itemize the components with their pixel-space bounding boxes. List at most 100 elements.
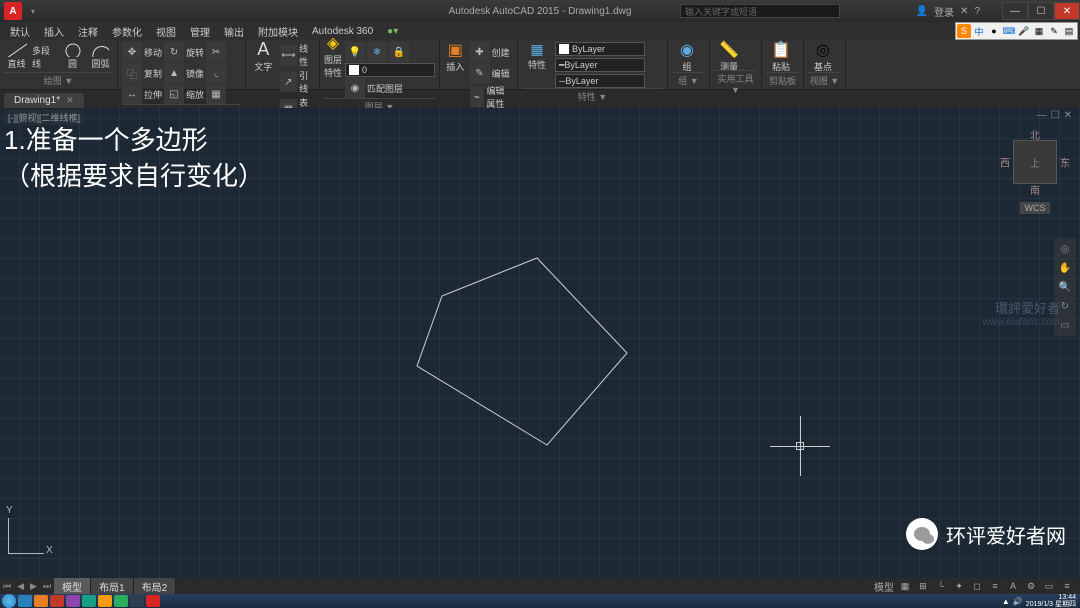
block-create-icon[interactable]: ✚ bbox=[470, 42, 490, 62]
fillet-icon[interactable]: ◟ bbox=[206, 63, 226, 83]
panel-title-basepoint[interactable]: 视图 ▼ bbox=[808, 72, 841, 87]
status-polar-icon[interactable]: ✦ bbox=[952, 579, 966, 593]
exchange-icon[interactable]: ✕ bbox=[960, 6, 968, 17]
close-button[interactable]: ✕ bbox=[1054, 2, 1080, 20]
vp-min-icon[interactable]: — bbox=[1037, 110, 1047, 121]
ime-lang-icon[interactable]: 中 bbox=[972, 24, 986, 38]
move-icon[interactable]: ✥ bbox=[122, 42, 142, 62]
arc-button[interactable]: 圆弧 bbox=[88, 42, 113, 70]
qat-dropdown-icon[interactable]: ▾ bbox=[26, 4, 40, 18]
task-icon-1[interactable] bbox=[18, 595, 32, 607]
status-snap-icon[interactable]: ⊞ bbox=[916, 579, 930, 593]
task-icon-7[interactable] bbox=[114, 595, 128, 607]
status-custom-icon[interactable]: ≡ bbox=[1060, 579, 1074, 593]
ime-mic-icon[interactable]: 🎤 bbox=[1017, 24, 1031, 38]
panel-title-groups[interactable]: 组 ▼ bbox=[672, 72, 705, 87]
polyline-button[interactable]: 多段线 bbox=[32, 42, 57, 70]
panel-title-utilities[interactable]: 实用工具 ▼ bbox=[714, 70, 757, 95]
tray-clock[interactable]: 13:44 2019/1/3 星期四 bbox=[1026, 594, 1076, 608]
drawing-canvas[interactable]: [-][俯视][二维线框] — ☐ ✕ 1.准备一个多边形 （根据要求自行变化）… bbox=[0, 108, 1080, 578]
color-bylayer-combo[interactable]: ByLayer bbox=[555, 42, 645, 56]
tab-annotate[interactable]: 注释 bbox=[72, 23, 104, 40]
status-lwt-icon[interactable]: ≡ bbox=[988, 579, 1002, 593]
layer-properties-button[interactable]: ◈图层特性 bbox=[324, 42, 342, 70]
linetype-bylayer-combo[interactable]: ━ ByLayer bbox=[555, 58, 645, 72]
stretch-icon[interactable]: ↔ bbox=[122, 84, 142, 104]
layer-0-combo[interactable]: 0 bbox=[345, 63, 435, 77]
panel-title-properties[interactable]: 特性 ▼ bbox=[522, 88, 663, 103]
task-icon-autocad[interactable] bbox=[146, 595, 160, 607]
help-search-input[interactable]: 输入关键字或短语 bbox=[680, 4, 840, 18]
start-button[interactable] bbox=[2, 594, 16, 608]
panel-title-clipboard[interactable]: 剪贴板 bbox=[766, 72, 799, 87]
tab-manage[interactable]: 管理 bbox=[184, 23, 216, 40]
layer-freeze-icon[interactable]: ❄ bbox=[367, 42, 387, 62]
viewcube-top[interactable]: 上 bbox=[1030, 155, 1040, 170]
text-button[interactable]: A文字 bbox=[250, 42, 277, 70]
status-clean-icon[interactable]: ▭ bbox=[1042, 579, 1056, 593]
mirror-icon[interactable]: ▲ bbox=[164, 63, 184, 83]
task-icon-6[interactable] bbox=[98, 595, 112, 607]
leader-icon[interactable]: ↗ bbox=[280, 72, 298, 92]
basepoint-button[interactable]: ◎基点 bbox=[808, 42, 838, 70]
tab-model[interactable]: 模型 bbox=[54, 578, 91, 595]
status-ortho-icon[interactable]: └ bbox=[934, 579, 948, 593]
layer-match-icon[interactable]: ◉ bbox=[345, 78, 365, 98]
help-icon[interactable]: ? bbox=[974, 6, 980, 17]
status-osnap-icon[interactable]: ◻ bbox=[970, 579, 984, 593]
login-area[interactable]: 👤 登录 ✕ ? bbox=[916, 4, 980, 19]
layout-nav-prev-icon[interactable]: ◀ bbox=[14, 581, 27, 592]
copy-icon[interactable]: ⿻ bbox=[122, 63, 142, 83]
line-button[interactable]: 直线 bbox=[4, 42, 29, 70]
tab-output[interactable]: 输出 bbox=[218, 23, 250, 40]
measure-button[interactable]: 📏测量 bbox=[714, 42, 744, 70]
viewcube-w[interactable]: 西 bbox=[1000, 155, 1010, 170]
nav-pan-icon[interactable]: ✋ bbox=[1057, 260, 1073, 276]
properties-button[interactable]: ▦特性 bbox=[522, 42, 552, 70]
layer-on-icon[interactable]: 💡 bbox=[345, 42, 365, 62]
task-icon-3[interactable] bbox=[50, 595, 64, 607]
paste-button[interactable]: 📋粘贴 bbox=[766, 42, 796, 70]
status-grid-icon[interactable]: ▦ bbox=[898, 579, 912, 593]
tab-insert[interactable]: 插入 bbox=[38, 23, 70, 40]
app-icon[interactable]: A bbox=[4, 2, 22, 20]
status-ann-icon[interactable]: A bbox=[1006, 579, 1020, 593]
maximize-button[interactable]: ☐ bbox=[1028, 2, 1054, 20]
viewcube[interactable]: 上 北 南 东 西 WCS bbox=[1000, 128, 1070, 218]
tab-parametric[interactable]: 参数化 bbox=[106, 23, 148, 40]
ime-keyboard-icon[interactable]: ⌨ bbox=[1002, 24, 1016, 38]
panel-title-draw[interactable]: 绘图 ▼ bbox=[4, 72, 113, 87]
dim-linear-icon[interactable]: ⟷ bbox=[280, 45, 298, 65]
insert-block-button[interactable]: ▣插入 bbox=[444, 42, 467, 70]
task-icon-8[interactable] bbox=[130, 595, 144, 607]
file-tab-close-icon[interactable]: ✕ bbox=[66, 95, 74, 106]
vp-max-icon[interactable]: ☐ bbox=[1051, 110, 1060, 121]
tab-extra-icon[interactable]: ●▾ bbox=[381, 25, 404, 38]
array-icon[interactable]: ▦ bbox=[206, 84, 226, 104]
ime-tool-icon[interactable]: ✎ bbox=[1047, 24, 1061, 38]
block-attr-icon[interactable]: ⌁ bbox=[470, 87, 485, 107]
tab-default[interactable]: 默认 bbox=[4, 23, 36, 40]
block-edit-icon[interactable]: ✎ bbox=[470, 63, 490, 83]
layer-lock-icon[interactable]: 🔒 bbox=[389, 42, 409, 62]
wcs-label[interactable]: WCS bbox=[1020, 202, 1050, 214]
circle-button[interactable]: 圆 bbox=[60, 42, 85, 70]
layout-nav-last-icon[interactable]: ⏭ bbox=[40, 581, 54, 592]
lineweight-bylayer-combo[interactable]: ─ ByLayer bbox=[555, 74, 645, 88]
ime-menu-icon[interactable]: ▤ bbox=[1062, 24, 1076, 38]
viewcube-s[interactable]: 南 bbox=[1030, 182, 1040, 197]
nav-wheel-icon[interactable]: ◎ bbox=[1057, 241, 1073, 257]
rotate-icon[interactable]: ↻ bbox=[164, 42, 184, 62]
task-icon-4[interactable] bbox=[66, 595, 80, 607]
scale-icon[interactable]: ◱ bbox=[164, 84, 184, 104]
trim-icon[interactable]: ✂ bbox=[206, 42, 226, 62]
tab-a360[interactable]: Autodesk 360 bbox=[306, 25, 379, 38]
tab-addins[interactable]: 附加模块 bbox=[252, 23, 304, 40]
tray-net-icon[interactable]: 🔊 bbox=[1013, 597, 1023, 606]
layout-nav-next-icon[interactable]: ▶ bbox=[27, 581, 40, 592]
task-icon-2[interactable] bbox=[34, 595, 48, 607]
tab-layout2[interactable]: 布局2 bbox=[134, 578, 177, 595]
viewcube-n[interactable]: 北 bbox=[1030, 127, 1040, 142]
ime-punct-icon[interactable]: ● bbox=[987, 24, 1001, 38]
vp-close-icon[interactable]: ✕ bbox=[1064, 110, 1072, 121]
